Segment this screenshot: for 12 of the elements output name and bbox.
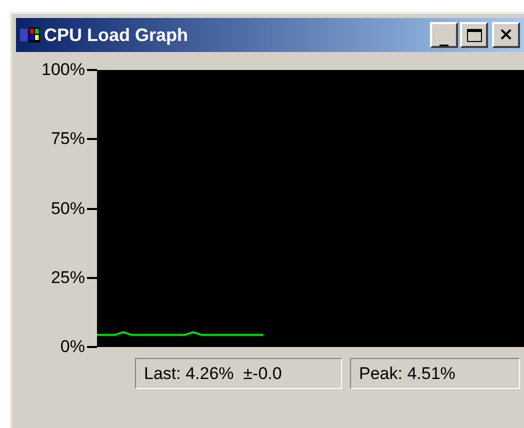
window-title: CPU Load Graph: [44, 24, 190, 46]
y-tick-label: 75%: [50, 129, 85, 150]
app-icon: [20, 25, 40, 45]
maximize-button[interactable]: [460, 22, 488, 48]
y-tick-label: 50%: [50, 198, 85, 218]
y-tick-label: 0%: [59, 337, 85, 357]
y-tick-label: 100%: [40, 60, 85, 80]
close-button[interactable]: ×: [492, 22, 520, 48]
peak-readout: Peak: 4.51%: [350, 358, 520, 389]
y-tick-label: 25%: [50, 268, 85, 288]
minimize-button[interactable]: _: [430, 22, 458, 48]
last-readout: Last: 4.26% ±-0.0: [135, 358, 342, 389]
